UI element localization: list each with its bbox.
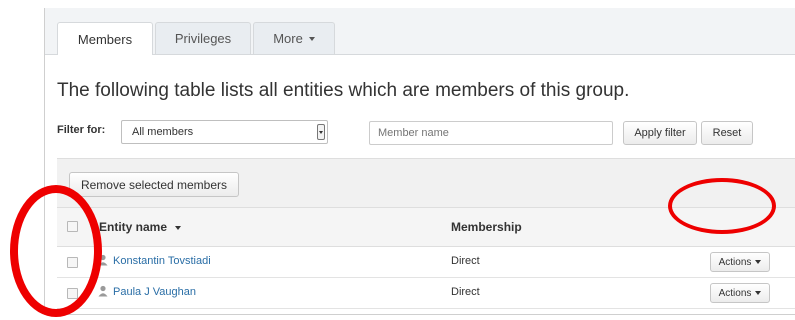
row-checkbox[interactable] bbox=[67, 257, 78, 268]
entity-name-link[interactable]: Konstantin Tovstiadi bbox=[113, 255, 211, 267]
tab-more-label: More bbox=[273, 31, 303, 46]
person-icon bbox=[98, 254, 108, 269]
filter-label: Filter for: bbox=[57, 124, 106, 136]
member-name-input[interactable] bbox=[369, 121, 613, 145]
tab-bar: Members Privileges More bbox=[45, 8, 795, 55]
reset-button[interactable]: Reset bbox=[701, 121, 753, 145]
tab-more[interactable]: More bbox=[253, 22, 335, 54]
actions-label: Actions bbox=[718, 287, 752, 299]
row-checkbox[interactable] bbox=[67, 288, 78, 299]
table-header: Entity name Membership bbox=[57, 208, 795, 247]
remove-selected-button[interactable]: Remove selected members bbox=[69, 172, 239, 197]
remove-selected-label: Remove selected members bbox=[80, 177, 228, 192]
sort-caret-icon bbox=[175, 225, 182, 230]
tab-members[interactable]: Members bbox=[57, 22, 153, 55]
member-filter-select[interactable]: All members bbox=[121, 120, 328, 144]
table-row: Konstantin Tovstiadi Direct Actions bbox=[57, 247, 795, 278]
caret-down-icon bbox=[755, 260, 762, 264]
actions-button[interactable]: Actions bbox=[710, 283, 770, 303]
actions-button[interactable]: Actions bbox=[710, 252, 770, 272]
table-row: Paula J Vaughan Direct Actions bbox=[57, 278, 795, 309]
membership-value: Direct bbox=[451, 255, 480, 267]
tab-members-label: Members bbox=[77, 31, 133, 47]
member-filter-select-value: All members bbox=[132, 126, 194, 138]
membership-value: Direct bbox=[451, 286, 480, 298]
actions-label: Actions bbox=[718, 256, 752, 268]
reset-label: Reset bbox=[712, 127, 742, 139]
page-heading: The following table lists all entities w… bbox=[57, 80, 630, 101]
person-icon bbox=[98, 285, 108, 300]
caret-down-icon bbox=[308, 36, 315, 41]
caret-down-icon bbox=[755, 291, 762, 295]
table-toolbar: Remove selected members bbox=[57, 158, 795, 208]
tab-privileges[interactable]: Privileges bbox=[155, 22, 251, 54]
column-entity-name[interactable]: Entity name bbox=[99, 220, 182, 234]
column-membership: Membership bbox=[451, 220, 522, 234]
select-all-checkbox[interactable] bbox=[67, 221, 78, 232]
apply-filter-button[interactable]: Apply filter bbox=[623, 121, 697, 145]
entity-name-link[interactable]: Paula J Vaughan bbox=[113, 286, 196, 298]
select-arrow-icon[interactable] bbox=[317, 124, 325, 140]
members-panel: Members Privileges More The following ta… bbox=[44, 8, 795, 315]
column-entity-name-label: Entity name bbox=[99, 220, 168, 234]
tab-privileges-label: Privileges bbox=[174, 31, 232, 46]
apply-filter-label: Apply filter bbox=[634, 127, 686, 139]
